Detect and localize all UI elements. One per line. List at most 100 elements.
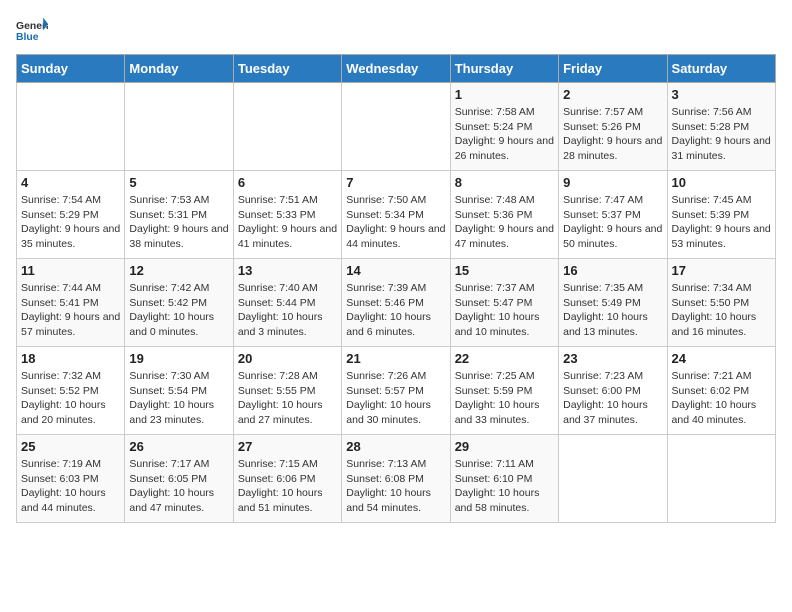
calendar-week-row: 25Sunrise: 7:19 AM Sunset: 6:03 PM Dayli… (17, 435, 776, 523)
calendar-cell: 21Sunrise: 7:26 AM Sunset: 5:57 PM Dayli… (342, 347, 450, 435)
calendar-cell: 6 Sunrise: 7:51 AM Sunset: 5:33 PM Daylig… (233, 171, 341, 259)
day-number: 9 (563, 175, 662, 190)
day-info: Sunrise: 7:56 AM Sunset: 5:28 PM Dayligh… (672, 105, 771, 164)
day-info: Sunrise: 7:47 AM Sunset: 5:37 PM Dayligh… (563, 193, 662, 252)
calendar-week-row: 1 Sunrise: 7:58 AM Sunset: 5:24 PM Daylig… (17, 83, 776, 171)
day-number: 27 (238, 439, 337, 454)
calendar-cell (342, 83, 450, 171)
day-number: 26 (129, 439, 228, 454)
calendar-table: SundayMondayTuesdayWednesdayThursdayFrid… (16, 54, 776, 523)
weekday-header-thursday: Thursday (450, 55, 558, 83)
calendar-cell (233, 83, 341, 171)
day-info: Sunrise: 7:21 AM Sunset: 6:02 PM Dayligh… (672, 369, 771, 428)
day-number: 1 (455, 87, 554, 102)
day-number: 16 (563, 263, 662, 278)
calendar-cell: 20Sunrise: 7:28 AM Sunset: 5:55 PM Dayli… (233, 347, 341, 435)
calendar-cell: 4 Sunrise: 7:54 AM Sunset: 5:29 PM Daylig… (17, 171, 125, 259)
day-info: Sunrise: 7:32 AM Sunset: 5:52 PM Dayligh… (21, 369, 120, 428)
day-info: Sunrise: 7:58 AM Sunset: 5:24 PM Dayligh… (455, 105, 554, 164)
day-number: 8 (455, 175, 554, 190)
svg-text:Blue: Blue (16, 32, 39, 43)
day-number: 23 (563, 351, 662, 366)
day-info: Sunrise: 7:30 AM Sunset: 5:54 PM Dayligh… (129, 369, 228, 428)
calendar-cell: 19 Sunrise: 7:30 AM Sunset: 5:54 PM Dayli… (125, 347, 233, 435)
day-info: Sunrise: 7:42 AM Sunset: 5:42 PM Dayligh… (129, 281, 228, 340)
day-info: Sunrise: 7:15 AM Sunset: 6:06 PM Dayligh… (238, 457, 337, 516)
calendar-cell: 12 Sunrise: 7:42 AM Sunset: 5:42 PM Dayli… (125, 259, 233, 347)
calendar-cell: 7 Sunrise: 7:50 AM Sunset: 5:34 PM Daylig… (342, 171, 450, 259)
calendar-cell: 11 Sunrise: 7:44 AM Sunset: 5:41 PM Dayli… (17, 259, 125, 347)
calendar-cell: 16 Sunrise: 7:35 AM Sunset: 5:49 PM Dayli… (559, 259, 667, 347)
day-number: 10 (672, 175, 771, 190)
day-number: 17 (672, 263, 771, 278)
day-number: 25 (21, 439, 120, 454)
day-info: Sunrise: 7:37 AM Sunset: 5:47 PM Dayligh… (455, 281, 554, 340)
day-info: Sunrise: 7:23 AM Sunset: 6:00 PM Dayligh… (563, 369, 662, 428)
calendar-cell: 15Sunrise: 7:37 AM Sunset: 5:47 PM Dayli… (450, 259, 558, 347)
weekday-header-row: SundayMondayTuesdayWednesdayThursdayFrid… (17, 55, 776, 83)
weekday-header-sunday: Sunday (17, 55, 125, 83)
day-number: 20 (238, 351, 337, 366)
weekday-header-tuesday: Tuesday (233, 55, 341, 83)
calendar-cell: 17 Sunrise: 7:34 AM Sunset: 5:50 PM Dayli… (667, 259, 775, 347)
day-info: Sunrise: 7:50 AM Sunset: 5:34 PM Dayligh… (346, 193, 445, 252)
calendar-header: SundayMondayTuesdayWednesdayThursdayFrid… (17, 55, 776, 83)
calendar-cell: 24 Sunrise: 7:21 AM Sunset: 6:02 PM Dayli… (667, 347, 775, 435)
day-number: 3 (672, 87, 771, 102)
weekday-header-wednesday: Wednesday (342, 55, 450, 83)
day-info: Sunrise: 7:11 AM Sunset: 6:10 PM Dayligh… (455, 457, 554, 516)
calendar-cell: 18Sunrise: 7:32 AM Sunset: 5:52 PM Dayli… (17, 347, 125, 435)
day-number: 6 (238, 175, 337, 190)
calendar-week-row: 18Sunrise: 7:32 AM Sunset: 5:52 PM Dayli… (17, 347, 776, 435)
day-number: 11 (21, 263, 120, 278)
calendar-cell: 9 Sunrise: 7:47 AM Sunset: 5:37 PM Daylig… (559, 171, 667, 259)
day-info: Sunrise: 7:40 AM Sunset: 5:44 PM Dayligh… (238, 281, 337, 340)
day-number: 28 (346, 439, 445, 454)
calendar-cell: 5 Sunrise: 7:53 AM Sunset: 5:31 PM Daylig… (125, 171, 233, 259)
logo: General Blue (16, 16, 52, 44)
calendar-cell: 10 Sunrise: 7:45 AM Sunset: 5:39 PM Dayli… (667, 171, 775, 259)
calendar-cell: 3 Sunrise: 7:56 AM Sunset: 5:28 PM Daylig… (667, 83, 775, 171)
day-info: Sunrise: 7:54 AM Sunset: 5:29 PM Dayligh… (21, 193, 120, 252)
calendar-cell: 26 Sunrise: 7:17 AM Sunset: 6:05 PM Dayli… (125, 435, 233, 523)
day-number: 7 (346, 175, 445, 190)
day-info: Sunrise: 7:13 AM Sunset: 6:08 PM Dayligh… (346, 457, 445, 516)
calendar-cell: 8 Sunrise: 7:48 AM Sunset: 5:36 PM Daylig… (450, 171, 558, 259)
day-info: Sunrise: 7:57 AM Sunset: 5:26 PM Dayligh… (563, 105, 662, 164)
calendar-week-row: 11 Sunrise: 7:44 AM Sunset: 5:41 PM Dayli… (17, 259, 776, 347)
calendar-cell: 23 Sunrise: 7:23 AM Sunset: 6:00 PM Dayli… (559, 347, 667, 435)
day-number: 19 (129, 351, 228, 366)
day-info: Sunrise: 7:51 AM Sunset: 5:33 PM Dayligh… (238, 193, 337, 252)
calendar-cell: 2 Sunrise: 7:57 AM Sunset: 5:26 PM Daylig… (559, 83, 667, 171)
day-number: 4 (21, 175, 120, 190)
day-info: Sunrise: 7:34 AM Sunset: 5:50 PM Dayligh… (672, 281, 771, 340)
weekday-header-saturday: Saturday (667, 55, 775, 83)
day-info: Sunrise: 7:35 AM Sunset: 5:49 PM Dayligh… (563, 281, 662, 340)
calendar-body: 1 Sunrise: 7:58 AM Sunset: 5:24 PM Daylig… (17, 83, 776, 523)
day-number: 24 (672, 351, 771, 366)
day-number: 21 (346, 351, 445, 366)
calendar-cell: 13 Sunrise: 7:40 AM Sunset: 5:44 PM Dayli… (233, 259, 341, 347)
day-number: 12 (129, 263, 228, 278)
calendar-cell (17, 83, 125, 171)
calendar-cell: 1 Sunrise: 7:58 AM Sunset: 5:24 PM Daylig… (450, 83, 558, 171)
calendar-cell (125, 83, 233, 171)
calendar-week-row: 4 Sunrise: 7:54 AM Sunset: 5:29 PM Daylig… (17, 171, 776, 259)
weekday-header-monday: Monday (125, 55, 233, 83)
day-number: 13 (238, 263, 337, 278)
day-info: Sunrise: 7:39 AM Sunset: 5:46 PM Dayligh… (346, 281, 445, 340)
day-info: Sunrise: 7:25 AM Sunset: 5:59 PM Dayligh… (455, 369, 554, 428)
day-info: Sunrise: 7:53 AM Sunset: 5:31 PM Dayligh… (129, 193, 228, 252)
day-info: Sunrise: 7:48 AM Sunset: 5:36 PM Dayligh… (455, 193, 554, 252)
day-number: 2 (563, 87, 662, 102)
day-info: Sunrise: 7:17 AM Sunset: 6:05 PM Dayligh… (129, 457, 228, 516)
day-number: 5 (129, 175, 228, 190)
calendar-cell: 25Sunrise: 7:19 AM Sunset: 6:03 PM Dayli… (17, 435, 125, 523)
weekday-header-friday: Friday (559, 55, 667, 83)
day-number: 14 (346, 263, 445, 278)
day-info: Sunrise: 7:45 AM Sunset: 5:39 PM Dayligh… (672, 193, 771, 252)
logo-icon: General Blue (16, 16, 48, 44)
day-info: Sunrise: 7:44 AM Sunset: 5:41 PM Dayligh… (21, 281, 120, 340)
calendar-cell: 29 Sunrise: 7:11 AM Sunset: 6:10 PM Dayli… (450, 435, 558, 523)
day-number: 29 (455, 439, 554, 454)
